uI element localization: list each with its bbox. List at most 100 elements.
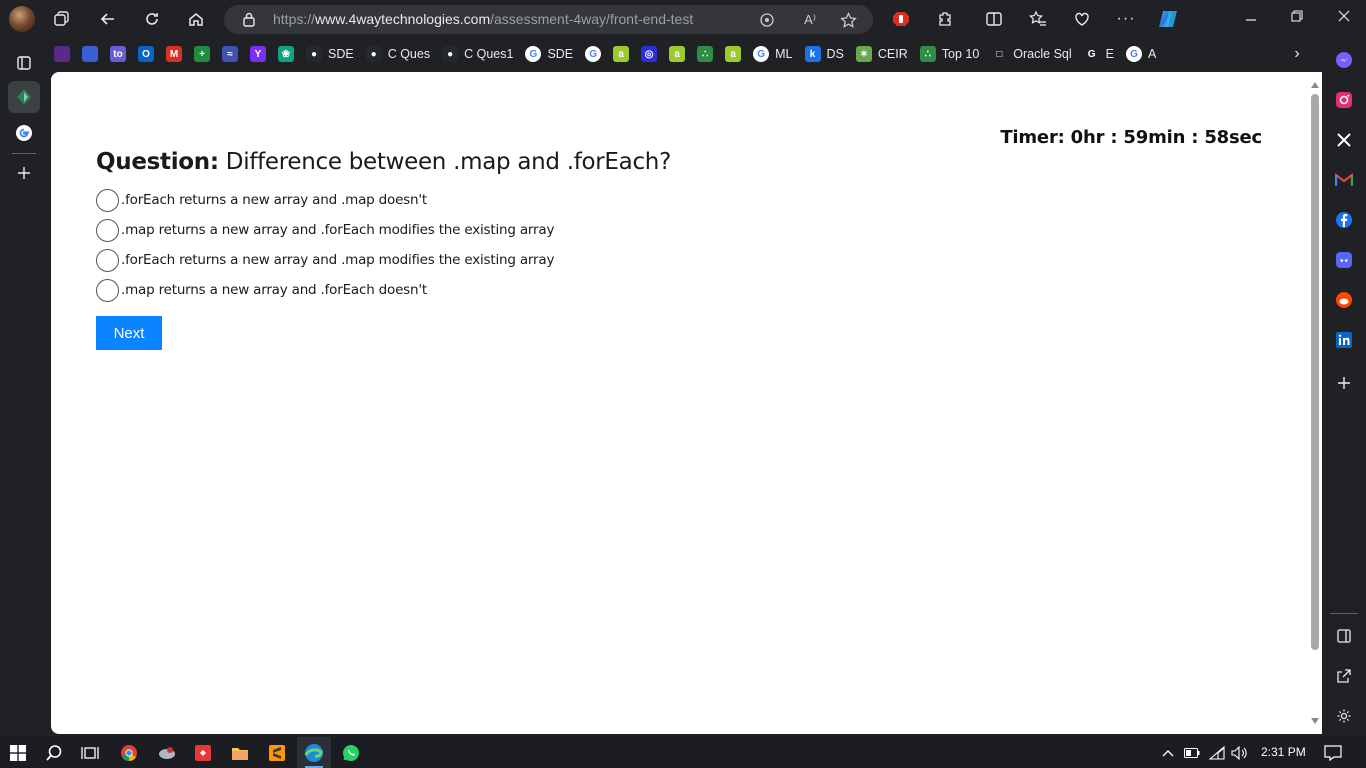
bookmark-item[interactable]: O xyxy=(132,42,160,66)
bookmark-item[interactable]: G ML xyxy=(747,42,798,66)
instagram-icon[interactable] xyxy=(1330,86,1358,114)
tray-chevron-up-icon[interactable] xyxy=(1158,743,1178,763)
more-icon[interactable]: ··· xyxy=(1114,7,1138,31)
bookmark-item[interactable]: + xyxy=(188,42,216,66)
answer-option[interactable]: .forEach returns a new array and .map do… xyxy=(96,185,554,215)
read-aloud-icon[interactable]: A⁾ xyxy=(800,10,820,30)
scroll-up-arrow-icon[interactable] xyxy=(1311,82,1319,88)
hide-sidebar-icon[interactable] xyxy=(1330,622,1358,650)
address-bar[interactable]: https://www.4waytechnologies.com/assessm… xyxy=(224,5,873,34)
bookmark-item[interactable]: ∴ xyxy=(691,42,719,66)
scrollbar-thumb[interactable] xyxy=(1311,94,1319,650)
back-icon[interactable] xyxy=(96,7,120,31)
option-label[interactable]: .forEach returns a new array and .map do… xyxy=(121,192,427,208)
answer-option[interactable]: .map returns a new array and .forEach mo… xyxy=(96,215,554,245)
external-link-icon[interactable] xyxy=(1330,662,1358,690)
bookmark-item[interactable]: ≈ xyxy=(216,42,244,66)
bookmarks-bar: to O M + ≈ Y ❀ ● SDE ● C Ques ● C Ques1 G SDE Ga ◎ a ∴ a G ML… xyxy=(48,40,1318,68)
facebook-icon[interactable] xyxy=(1330,206,1358,234)
option-label[interactable]: .map returns a new array and .forEach do… xyxy=(121,282,427,298)
bookmark-item[interactable]: a xyxy=(607,42,635,66)
bookmark-item[interactable]: ● C Ques1 xyxy=(436,42,519,66)
tab-actions-icon[interactable] xyxy=(8,47,40,79)
chrome-icon[interactable] xyxy=(119,743,139,763)
bookmarks-overflow-chevron-icon[interactable]: › xyxy=(1288,44,1306,64)
bookmark-item[interactable]: G SDE xyxy=(519,42,579,66)
lock-icon[interactable] xyxy=(242,11,256,27)
page-scrollbar[interactable] xyxy=(1308,72,1322,734)
option-label[interactable]: .map returns a new array and .forEach mo… xyxy=(121,222,554,238)
x-twitter-icon[interactable] xyxy=(1330,126,1358,154)
answer-option[interactable]: .map returns a new array and .forEach do… xyxy=(96,275,554,305)
task-view-icon[interactable] xyxy=(80,743,100,763)
extensions-icon[interactable] xyxy=(933,7,957,31)
question-heading: Question: Difference between .map and .f… xyxy=(96,149,671,175)
bookmark-item[interactable]: Y xyxy=(244,42,272,66)
home-icon[interactable] xyxy=(184,7,208,31)
bookmark-item[interactable]: ❀ xyxy=(272,42,300,66)
bookmark-item[interactable]: M xyxy=(160,42,188,66)
bookmark-item[interactable]: GE xyxy=(1078,42,1120,66)
new-tab-plus-icon[interactable] xyxy=(8,157,40,189)
sidebar-add-plus-icon[interactable] xyxy=(1330,369,1358,397)
volume-icon[interactable] xyxy=(1230,743,1250,763)
bookmark-item[interactable]: a xyxy=(663,42,691,66)
whatsapp-icon[interactable] xyxy=(341,743,361,763)
tab-4way-assessment[interactable] xyxy=(8,81,40,113)
bookmark-item[interactable]: ✶ CEIR xyxy=(850,42,914,66)
sublime-text-icon[interactable] xyxy=(267,743,287,763)
search-icon[interactable] xyxy=(44,743,64,763)
notifications-icon[interactable] xyxy=(1323,743,1343,763)
file-explorer-icon[interactable] xyxy=(230,743,250,763)
close-icon[interactable] xyxy=(1338,9,1350,25)
option-radio[interactable] xyxy=(96,188,119,212)
answer-option[interactable]: .forEach returns a new array and .map mo… xyxy=(96,245,554,275)
option-label[interactable]: .forEach returns a new array and .map mo… xyxy=(121,252,554,268)
bookmark-item[interactable] xyxy=(48,42,76,66)
linkedin-icon[interactable] xyxy=(1330,326,1358,354)
option-radio[interactable] xyxy=(96,218,119,242)
bookmark-item[interactable]: k DS xyxy=(799,42,850,66)
reddit-icon[interactable] xyxy=(1330,286,1358,314)
bookmark-item[interactable]: ∴ Top 10 xyxy=(914,42,986,66)
favorite-star-icon[interactable] xyxy=(838,10,858,30)
messenger-icon[interactable] xyxy=(1330,46,1358,74)
gmail-icon[interactable] xyxy=(1330,166,1358,194)
system-clock[interactable]: 2:31 PM xyxy=(1261,745,1306,759)
tab-google[interactable] xyxy=(8,117,40,149)
bookmark-item[interactable]: to xyxy=(104,42,132,66)
bookmark-item[interactable]: ● SDE xyxy=(300,42,360,66)
refresh-icon[interactable] xyxy=(140,7,164,31)
bookmark-item[interactable] xyxy=(76,42,104,66)
battery-icon[interactable] xyxy=(1182,743,1202,763)
windows-start-icon[interactable] xyxy=(8,743,28,763)
windows-taskbar: 2:31 PM xyxy=(0,737,1366,768)
url-text[interactable]: https://www.4waytechnologies.com/assessm… xyxy=(273,11,693,27)
adblock-icon[interactable] xyxy=(889,7,913,31)
bookmark-item[interactable]: a xyxy=(719,42,747,66)
bookmark-item[interactable]: ● C Ques xyxy=(360,42,436,66)
location-icon[interactable] xyxy=(757,10,777,30)
workspaces-icon[interactable] xyxy=(50,7,74,31)
discord-icon[interactable] xyxy=(1330,246,1358,274)
scroll-down-arrow-icon[interactable] xyxy=(1311,718,1319,724)
sidebar-settings-gear-icon[interactable] xyxy=(1330,702,1358,730)
game-app-icon[interactable] xyxy=(157,743,177,763)
browser-essentials-icon[interactable] xyxy=(1070,7,1094,31)
bookmark-item[interactable]: □ Oracle Sql xyxy=(985,42,1077,66)
bookmark-item[interactable]: GA xyxy=(1120,42,1162,66)
wifi-icon[interactable] xyxy=(1207,743,1227,763)
option-radio[interactable] xyxy=(96,248,119,272)
anydesk-icon[interactable] xyxy=(193,743,213,763)
next-button[interactable]: Next xyxy=(96,316,162,350)
edge-icon[interactable] xyxy=(304,743,324,763)
minimize-icon[interactable] xyxy=(1245,9,1257,25)
option-radio[interactable] xyxy=(96,278,119,302)
restore-icon[interactable] xyxy=(1291,9,1303,25)
split-screen-icon[interactable] xyxy=(982,7,1006,31)
bookmark-item[interactable]: ◎ xyxy=(635,42,663,66)
bookmark-item[interactable]: G xyxy=(579,42,607,66)
copilot-icon[interactable] xyxy=(1156,7,1180,31)
favorites-icon[interactable] xyxy=(1026,7,1050,31)
profile-avatar[interactable] xyxy=(9,6,35,32)
